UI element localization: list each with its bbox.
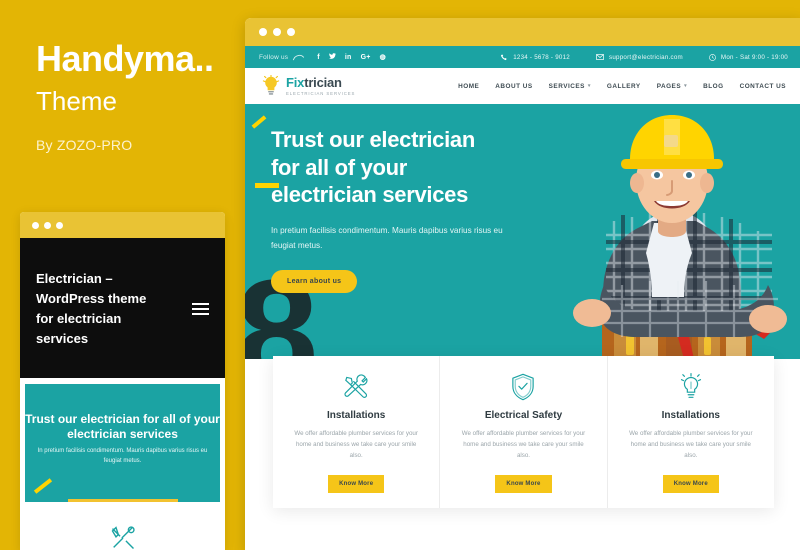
phone-icon: [501, 53, 507, 60]
topbar-email[interactable]: support@electrician.com: [596, 54, 683, 61]
know-more-button[interactable]: Know More: [328, 474, 385, 493]
close-button-dot[interactable]: [259, 28, 267, 36]
facebook-icon[interactable]: f: [317, 54, 320, 61]
about-section: Who is Fixtrician?: [245, 513, 800, 550]
service-card-installations-2[interactable]: Installations We offer affordable plumbe…: [608, 356, 774, 508]
electrician-worker-photo: [573, 115, 787, 359]
linkedin-icon[interactable]: in: [345, 54, 352, 61]
topbar-phone[interactable]: 1234 - 5678 - 9012: [501, 54, 570, 61]
envelope-icon: [596, 54, 604, 60]
logo-fix: Fix: [286, 75, 305, 90]
logo-text-block: Fixtrician ELECTRICIAN SERVICES: [286, 76, 355, 96]
page-subtitle: Theme: [36, 85, 117, 116]
dribbble-icon[interactable]: ◍: [380, 53, 386, 61]
service-cards-row: Installations We offer affordable plumbe…: [273, 356, 774, 508]
logo-trician: trician: [304, 75, 342, 90]
nav-item-home[interactable]: HOME: [458, 83, 479, 90]
mobile-hero-paragraph: In pretium facilisis condimentum. Mauris…: [37, 448, 208, 465]
browser-window-chrome: [245, 18, 800, 46]
nav-item-gallery[interactable]: GALLERY: [607, 83, 641, 90]
nav-label: CONTACT US: [739, 82, 786, 90]
yellow-underline-decoration: [67, 499, 178, 502]
lightbulb-icon: [626, 372, 756, 402]
mobile-window-chrome: [20, 212, 225, 238]
follow-us-label: Follow us: [259, 53, 289, 61]
hero-title: Trust our electrician for all of your el…: [271, 126, 545, 209]
hero-title-line-3: electrician services: [271, 182, 469, 208]
clock-icon: [709, 53, 716, 61]
nav-label: BLOG: [703, 82, 724, 90]
tools-icon: [291, 372, 421, 402]
hamburger-icon[interactable]: [192, 303, 209, 315]
nav-item-blog[interactable]: BLOG: [703, 83, 723, 90]
chevron-down-icon: ▾: [684, 83, 688, 89]
service-card-electrical-safety[interactable]: Electrical Safety We offer affordable pl…: [440, 356, 608, 508]
site-navbar: Fixtrician ELECTRICIAN SERVICES HOME ABO…: [245, 68, 800, 104]
hours-text: Mon - Sat 9:00 - 19:00: [720, 53, 788, 61]
mobile-hero-title: Trust our electrician for all of your el…: [25, 412, 220, 442]
know-more-button[interactable]: Know More: [662, 474, 719, 493]
nav-item-contact-us[interactable]: CONTACT US: [740, 83, 786, 90]
window-dot-3: [56, 221, 63, 229]
mobile-preview-headline: Electrician – WordPress theme for electr…: [36, 270, 147, 347]
site-topbar: Follow us f in G+ ◍ 1234 - 5678 - 9012 s…: [245, 46, 800, 68]
nav-item-pages[interactable]: PAGES ▾: [657, 83, 687, 90]
chevron-down-icon: ▾: [587, 83, 591, 89]
hero-title-line-1: Trust our electrician: [271, 127, 475, 152]
nav-item-about-us[interactable]: ABOUT US: [495, 83, 532, 90]
hero-content: Trust our electrician for all of your el…: [245, 104, 545, 293]
window-dot-2: [44, 221, 51, 229]
nav-label: ABOUT US: [495, 82, 533, 90]
logo-wordmark: Fixtrician: [286, 76, 355, 89]
maximize-button-dot[interactable]: [287, 28, 295, 36]
service-card-description: We offer affordable plumber services for…: [294, 430, 418, 459]
service-card-installations-1[interactable]: Installations We offer affordable plumbe…: [273, 356, 441, 508]
nav-label: HOME: [458, 82, 480, 90]
tools-icon: [109, 526, 137, 550]
mobile-preview-card[interactable]: Electrician – WordPress theme for electr…: [20, 212, 225, 550]
logo-tagline: ELECTRICIAN SERVICES: [286, 91, 356, 96]
mobile-preview-hero: Trust our electrician for all of your el…: [25, 384, 220, 502]
hero-paragraph: In pretium facilisis condimentum. Mauris…: [271, 226, 503, 251]
topbar-contact-group: 1234 - 5678 - 9012 support@electrician.c…: [501, 54, 788, 61]
browser-window: Follow us f in G+ ◍ 1234 - 5678 - 9012 s…: [245, 18, 800, 550]
minimize-button-dot[interactable]: [273, 28, 281, 36]
service-card-title: Installations: [326, 410, 386, 421]
follow-us-group: Follow us: [259, 54, 305, 61]
service-card-title: Electrical Safety: [484, 410, 563, 421]
hero-title-line-2: for all of your: [271, 154, 408, 180]
service-card-title: Installations: [661, 410, 720, 421]
hero-section: 8 Trust our electrician for all of your …: [245, 104, 800, 359]
window-dot-1: [32, 221, 39, 229]
nav-label: GALLERY: [606, 82, 641, 90]
service-card-description: We offer affordable plumber services for…: [629, 430, 753, 459]
topbar-hours: Mon - Sat 9:00 - 19:00: [709, 54, 788, 61]
know-more-button[interactable]: Know More: [495, 474, 552, 493]
mobile-preview-header: Electrician – WordPress theme for electr…: [20, 238, 225, 378]
twitter-icon[interactable]: [328, 53, 336, 61]
yellow-tick-decoration: [33, 478, 53, 494]
mobile-preview-service-card: [20, 502, 225, 550]
service-card-description: We offer affordable plumber services for…: [461, 430, 586, 459]
google-plus-icon[interactable]: G+: [361, 54, 371, 61]
email-text: support@electrician.com: [608, 53, 683, 61]
learn-about-us-button[interactable]: Learn about us: [271, 269, 358, 293]
page-title: Handyma..: [36, 38, 214, 79]
main-navigation: HOME ABOUT US SERVICES ▾ GALLERY PAGES ▾ B…: [458, 83, 786, 90]
nav-label: SERVICES: [548, 82, 585, 90]
lightbulb-logo-icon: [262, 75, 280, 95]
nav-item-services[interactable]: SERVICES ▾: [549, 83, 591, 90]
phone-number-text: 1234 - 5678 - 9012: [513, 53, 570, 61]
site-logo[interactable]: Fixtrician ELECTRICIAN SERVICES: [261, 75, 355, 97]
nav-label: PAGES: [656, 82, 682, 90]
theme-author: By ZOZO-PRO: [36, 136, 133, 153]
social-links[interactable]: f in G+ ◍: [317, 53, 386, 61]
shield-check-icon: [458, 372, 588, 402]
curved-arrow-icon: [293, 54, 305, 60]
